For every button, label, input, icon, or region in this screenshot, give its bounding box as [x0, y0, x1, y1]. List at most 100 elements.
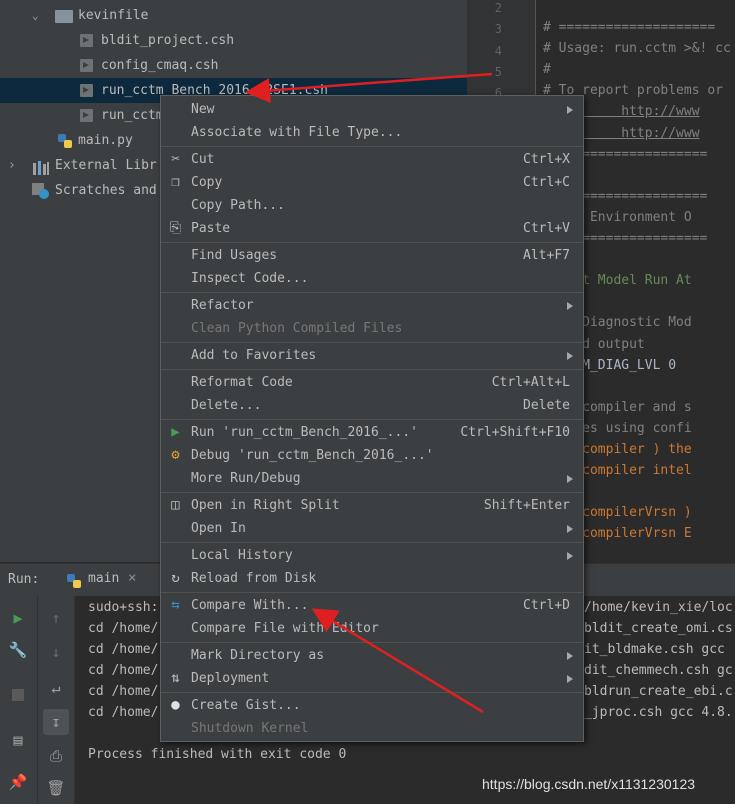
- chevron-down-icon[interactable]: ⌄: [32, 3, 39, 28]
- console-line: bldit_create_omi.cs: [584, 621, 733, 636]
- menu-item-cut[interactable]: ✂ Cut Ctrl+X: [161, 148, 583, 171]
- tree-item-label: main.py: [78, 133, 133, 148]
- debug-icon: ⚙: [171, 447, 180, 463]
- pin-icon[interactable]: 📌: [8, 772, 28, 792]
- code-line: # ====================: [543, 20, 716, 35]
- menu-item-copy-path[interactable]: Copy Path...: [161, 194, 583, 217]
- tree-item-kevinfile[interactable]: ⌄ kevinfile: [0, 3, 467, 28]
- menu-item-find-usages[interactable]: Find Usages Alt+F7: [161, 244, 583, 267]
- print-icon[interactable]: ⎙: [46, 746, 66, 766]
- submenu-arrow-icon: [567, 675, 573, 683]
- scroll-to-end-icon[interactable]: ↧: [43, 709, 69, 735]
- menu-item-label: Copy Path...: [191, 198, 285, 213]
- console-line: cd /home/: [88, 663, 159, 678]
- close-icon[interactable]: ×: [128, 570, 136, 586]
- menu-item-run-run-cctm-bench-2016[interactable]: ▶ Run 'run_cctm_Bench_2016_...' Ctrl+Shift…: [161, 421, 583, 444]
- run-label: Run:: [8, 572, 40, 587]
- chevron-right-icon[interactable]: ›: [8, 153, 16, 178]
- run-tab-main[interactable]: main: [88, 571, 119, 586]
- tree-item-label: External Libr: [55, 158, 157, 173]
- menu-item-label: Shutdown Kernel: [191, 721, 309, 736]
- rerun-icon[interactable]: ▶: [8, 608, 28, 628]
- run-left-toolbar: ▶ 🔧 ▤ 📌: [0, 596, 38, 804]
- menu-item-deployment[interactable]: ⇅ Deployment: [161, 667, 583, 690]
- menu-item-label: Deployment: [191, 671, 270, 686]
- github-icon: ●: [171, 697, 180, 713]
- trash-icon[interactable]: 🗑: [46, 778, 66, 798]
- console-line: dit_chemmech.csh gc: [584, 663, 733, 678]
- menu-item-mark-directory-as[interactable]: Mark Directory as: [161, 644, 583, 667]
- menu-item-label: Local History: [191, 548, 293, 563]
- console-line: sudo+ssh:: [88, 600, 159, 615]
- console-line: cd /home/: [88, 705, 159, 720]
- menu-item-more-run-debug[interactable]: More Run/Debug: [161, 467, 583, 490]
- menu-item-compare-with[interactable]: ⇆ Compare With... Ctrl+D: [161, 594, 583, 617]
- layout-icon[interactable]: ▤: [8, 730, 28, 750]
- menu-item-compare-file-with-editor[interactable]: Compare File with Editor: [161, 617, 583, 640]
- line-number: 2: [494, 1, 502, 15]
- menu-separator: [161, 292, 583, 293]
- menu-separator: [161, 146, 583, 147]
- menu-item-add-to-favorites[interactable]: Add to Favorites: [161, 344, 583, 367]
- menu-separator: [161, 642, 583, 643]
- menu-item-label: Reformat Code: [191, 375, 293, 390]
- python-file-icon: [57, 133, 73, 149]
- menu-item-open-in[interactable]: Open In: [161, 517, 583, 540]
- menu-item-new[interactable]: New: [161, 98, 583, 121]
- soft-wrap-icon[interactable]: ↵: [46, 678, 66, 698]
- menu-separator: [161, 369, 583, 370]
- menu-item-reload-from-disk[interactable]: ↻ Reload from Disk: [161, 567, 583, 590]
- menu-separator: [161, 419, 583, 420]
- menu-item-paste[interactable]: ⎘ Paste Ctrl+V: [161, 217, 583, 240]
- context-menu: New Associate with File Type... ✂ Cut Ctrl+X…: [160, 95, 584, 742]
- line-number: 4: [494, 44, 502, 58]
- run-icon: ▶: [171, 424, 180, 440]
- menu-item-delete[interactable]: Delete... Delete: [161, 394, 583, 417]
- menu-item-shutdown-kernel: Shutdown Kernel: [161, 717, 583, 740]
- menu-item-create-gist[interactable]: ● Create Gist...: [161, 694, 583, 717]
- menu-item-reformat-code[interactable]: Reformat Code Ctrl+Alt+L: [161, 371, 583, 394]
- tree-item-label: bldit_project.csh: [101, 33, 235, 48]
- menu-item-label: Associate with File Type...: [191, 125, 403, 140]
- menu-item-label: Compare With...: [191, 598, 309, 613]
- shell-file-icon: [80, 84, 93, 97]
- console-line: cd /home/: [88, 642, 159, 657]
- submenu-arrow-icon: [567, 525, 573, 533]
- menu-item-label: Inspect Code...: [191, 271, 309, 286]
- menu-item-inspect-code[interactable]: Inspect Code...: [161, 267, 583, 290]
- copy-icon: ❐: [171, 174, 180, 190]
- menu-item-shortcut: Ctrl+D: [523, 598, 570, 613]
- tree-item-label: kevinfile: [78, 8, 149, 23]
- library-icon: [32, 159, 50, 175]
- arrow-down-icon[interactable]: ↓: [46, 642, 66, 662]
- run-side-toolbar: ↑ ↓ ↵ ↧ ⎙ 🗑: [38, 596, 75, 804]
- menu-item-refactor[interactable]: Refactor: [161, 294, 583, 317]
- submenu-arrow-icon: [567, 302, 573, 310]
- menu-item-shortcut: Ctrl+Alt+L: [491, 375, 570, 390]
- tree-item-file[interactable]: config_cmaq.csh: [0, 53, 467, 78]
- console-line: /home/kevin_xie/loc: [584, 600, 733, 615]
- menu-item-local-history[interactable]: Local History: [161, 544, 583, 567]
- wrench-icon[interactable]: 🔧: [8, 640, 28, 660]
- menu-item-label: Open In: [191, 521, 246, 536]
- folder-icon: [55, 10, 73, 23]
- menu-separator: [161, 242, 583, 243]
- menu-item-label: Reload from Disk: [191, 571, 317, 586]
- split-icon: ◫: [171, 497, 180, 513]
- submenu-arrow-icon: [567, 352, 573, 360]
- menu-item-label: Find Usages: [191, 248, 278, 263]
- menu-item-copy[interactable]: ❐ Copy Ctrl+C: [161, 171, 583, 194]
- menu-separator: [161, 592, 583, 593]
- menu-item-associate-with-file-type[interactable]: Associate with File Type...: [161, 121, 583, 144]
- menu-item-label: Run 'run_cctm_Bench_2016_...': [191, 425, 418, 440]
- menu-item-label: Refactor: [191, 298, 254, 313]
- stop-icon[interactable]: [8, 686, 28, 706]
- menu-item-label: New: [191, 102, 215, 117]
- shell-file-icon: [80, 34, 93, 47]
- process-finished-text: Process finished with exit code 0: [88, 747, 347, 762]
- arrow-up-icon[interactable]: ↑: [46, 608, 66, 628]
- tree-item-file[interactable]: bldit_project.csh: [0, 28, 467, 53]
- menu-item-open-in-right-split[interactable]: ◫ Open in Right Split Shift+Enter: [161, 494, 583, 517]
- menu-item-shortcut: Shift+Enter: [483, 498, 570, 513]
- menu-item-debug-run-cctm-bench-2016[interactable]: ⚙ Debug 'run_cctm_Bench_2016_...': [161, 444, 583, 467]
